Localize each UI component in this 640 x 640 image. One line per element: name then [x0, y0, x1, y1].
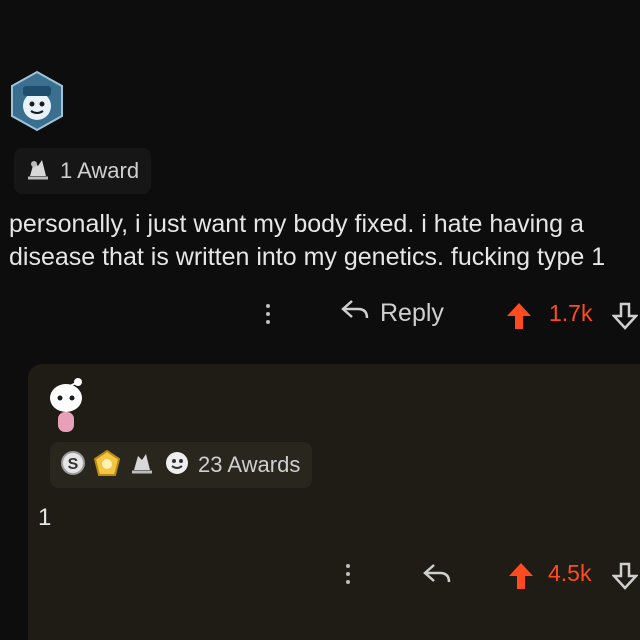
- downvote-icon[interactable]: [611, 562, 639, 595]
- reply-body: 1: [38, 504, 52, 531]
- avatar[interactable]: [46, 376, 86, 438]
- reply-icon[interactable]: [422, 562, 452, 591]
- more-options-icon[interactable]: [262, 300, 274, 330]
- award-pill[interactable]: 1 Award: [14, 148, 152, 194]
- upvote-icon[interactable]: [508, 562, 534, 595]
- comment-top: 1 Award personally, i just want my body …: [0, 0, 640, 360]
- reply-icon: [340, 298, 370, 329]
- reply-button[interactable]: Reply: [340, 298, 444, 329]
- reply-comment: S 23 Awards 1 4.5k: [28, 364, 640, 640]
- reply-label: Reply: [380, 299, 444, 327]
- award-icon: [24, 156, 52, 187]
- score: 4.5k: [548, 560, 592, 586]
- helpful-award-icon: [128, 450, 156, 481]
- avatar[interactable]: [10, 70, 64, 132]
- upvote-icon[interactable]: [506, 302, 532, 335]
- awards-count: 23 Awards: [198, 452, 301, 477]
- score: 1.7k: [549, 300, 593, 326]
- svg-text:S: S: [68, 456, 79, 473]
- reply-actions: 4.5k: [28, 554, 640, 598]
- comment-body: personally, i just want my body fixed. i…: [9, 210, 606, 271]
- awards-pill[interactable]: S 23 Awards: [50, 442, 313, 488]
- award-count: 1 Award: [60, 158, 140, 183]
- silver-award-icon: S: [60, 450, 86, 481]
- wholesome-award-icon: [164, 450, 190, 481]
- gold-award-icon: [93, 449, 121, 481]
- comment-actions: Reply 1.7k: [0, 294, 640, 338]
- more-options-icon[interactable]: [342, 560, 354, 590]
- downvote-icon[interactable]: [611, 302, 639, 335]
